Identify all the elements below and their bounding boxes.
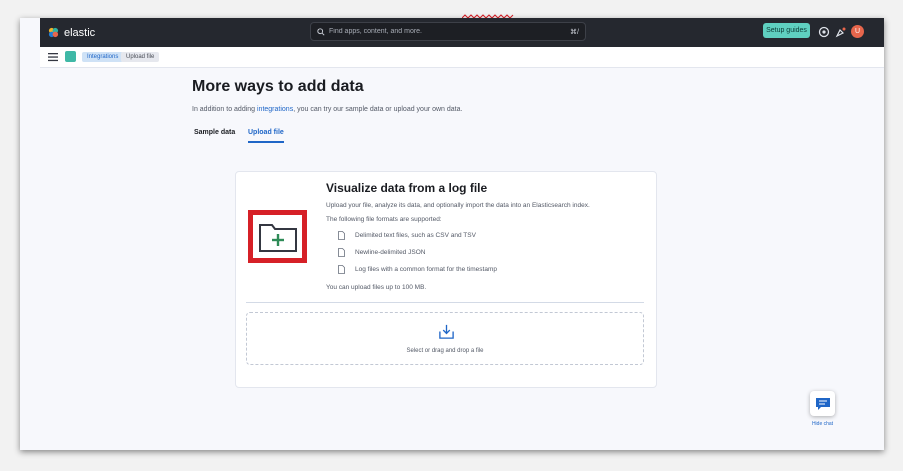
setup-guides-button[interactable]: Setup guides: [763, 23, 810, 38]
divider: [246, 302, 644, 303]
hide-chat-label[interactable]: Hide chat: [809, 421, 836, 427]
highlight-box: [248, 210, 307, 263]
chat-button[interactable]: [810, 391, 835, 416]
global-search[interactable]: ⌘/: [310, 22, 586, 41]
space-avatar[interactable]: [65, 51, 76, 62]
search-input[interactable]: [329, 28, 571, 35]
breadcrumb-integrations[interactable]: Integrations: [82, 52, 124, 62]
card-title: Visualize data from a log file: [326, 181, 488, 195]
tab-sample-data[interactable]: Sample data: [194, 127, 235, 141]
menu-icon[interactable]: [48, 52, 58, 62]
chat-icon: [815, 397, 830, 410]
format-list-item: Delimited text files, such as CSV and TS…: [338, 230, 476, 240]
format-label: Newline-delimited JSON: [355, 248, 426, 256]
main-content: More ways to add data In addition to add…: [20, 67, 884, 450]
search-icon: [317, 27, 325, 36]
page-description: In addition to adding integrations, you …: [192, 106, 462, 113]
folder-add-icon: [258, 223, 297, 252]
document-icon: [338, 264, 345, 274]
search-shortcut: ⌘/: [570, 28, 579, 36]
elastic-logo-icon: [48, 27, 59, 38]
brand-label: elastic: [64, 26, 96, 39]
formats-heading: The following file formats are supported…: [326, 216, 442, 223]
browser-window: elastic ⌘/ Setup guides U Integrat: [20, 18, 884, 450]
format-list-item: Newline-delimited JSON: [338, 247, 425, 257]
document-icon: [338, 230, 345, 240]
elastic-logo[interactable]: elastic: [48, 27, 95, 39]
format-list-item: Log files with a common format for the t…: [338, 264, 497, 274]
news-feed-icon[interactable]: [835, 26, 847, 38]
page-title: More ways to add data: [192, 78, 364, 95]
dropzone-label: Select or drag and drop a file: [406, 348, 484, 354]
document-icon: [338, 247, 345, 257]
format-label: Delimited text files, such as CSV and TS…: [355, 231, 476, 239]
integrations-link[interactable]: integrations: [257, 106, 293, 113]
upload-card: Visualize data from a log file Upload yo…: [235, 171, 657, 388]
top-header: elastic ⌘/ Setup guides U: [40, 18, 884, 47]
file-dropzone[interactable]: Select or drag and drop a file: [246, 312, 644, 365]
tab-upload-file[interactable]: Upload file: [248, 127, 284, 143]
download-icon: [439, 324, 454, 339]
format-label: Log files with a common format for the t…: [355, 265, 497, 273]
description-prefix: In addition to adding: [192, 106, 257, 113]
size-limit-note: You can upload files up to 100 MB.: [326, 284, 427, 291]
help-icon[interactable]: [818, 26, 830, 38]
breadcrumb-bar: Integrations Upload file: [40, 47, 884, 68]
card-intro: Upload your file, analyze its data, and …: [326, 202, 590, 209]
description-suffix: , you can try our sample data or upload …: [293, 106, 463, 113]
user-avatar[interactable]: U: [851, 25, 864, 38]
breadcrumb-upload-file: Upload file: [121, 52, 160, 62]
